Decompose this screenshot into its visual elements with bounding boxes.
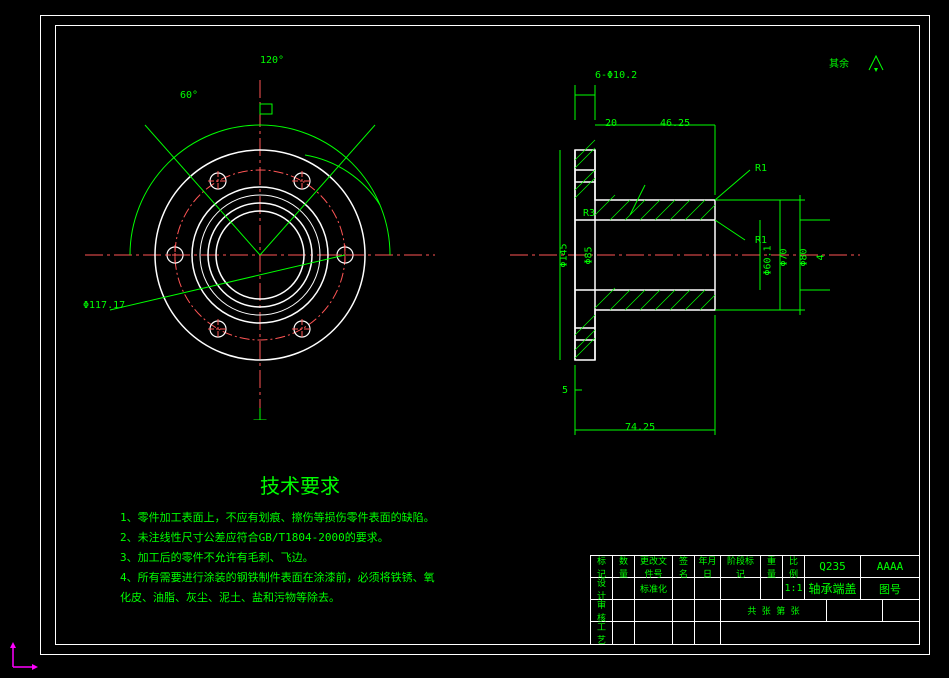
dim-holes: 6-Φ10.2: [595, 70, 637, 81]
tb-sign: 签名: [673, 556, 695, 577]
technical-notes: 技术要求 1、零件加工表面上，不应有划痕、擦伤等损伤零件表面的缺陷。 2、未注线…: [120, 470, 435, 609]
title-block: 标记 数量 更改文件号 签名 年月日 阶段标记 重量 比例 Q235 AAAA …: [590, 555, 920, 645]
angle-60: 60°: [180, 90, 198, 101]
tb-company: AAAA: [861, 556, 919, 577]
dia-117: Φ117.17: [83, 300, 125, 311]
tb-partname: 轴承端盖: [805, 578, 861, 599]
dim-r3: R3: [583, 208, 595, 219]
tb-material: Q235: [805, 556, 861, 577]
tb-rev: 更改文件号: [635, 556, 673, 577]
dim-74: 74.25: [625, 422, 655, 433]
tb-date: 年月日: [695, 556, 721, 577]
dim-r1a: R1: [755, 163, 767, 174]
tb-sc: 比例: [783, 556, 805, 577]
front-view: [80, 50, 440, 420]
tb-std: 标准化: [635, 578, 673, 599]
dim-d70: Φ70: [779, 248, 790, 266]
section-view: [500, 40, 880, 440]
dim-d601: Φ60.1: [763, 245, 774, 275]
tb-stage: 阶段标记: [721, 556, 761, 577]
dim-5: 5: [562, 385, 568, 396]
tb-wt: 重量: [761, 556, 783, 577]
dim-46: 46.25: [660, 118, 690, 129]
note-5: 化皮、油脂、灰尘、泥土、盐和污物等除去。: [120, 589, 435, 605]
rest-label: 其余: [829, 55, 849, 70]
tb-drawno: 图号: [861, 578, 919, 599]
tb-chk: 审核: [591, 600, 613, 621]
note-3: 3、加工后的零件不允许有毛刺、飞边。: [120, 549, 435, 565]
note-2: 2、未注线性尺寸公差应符合GB/T1804-2000的要求。: [120, 529, 435, 545]
note-4: 4、所有需要进行涂装的钢铁制件表面在涂漆前，必须将铁锈、氧: [120, 569, 435, 585]
dim-r1b: R1: [755, 235, 767, 246]
tb-appr: 工艺: [591, 622, 613, 644]
tb-scale: 1:1: [783, 578, 805, 599]
dim-d85: Φ85: [584, 246, 595, 264]
dim-d80: Φ80: [799, 248, 810, 266]
dim-d145: Φ145: [559, 243, 570, 267]
tb-bottom: 共 张 第 张: [721, 600, 827, 621]
tb-qty: 数量: [613, 556, 635, 577]
tb-design: 设计: [591, 578, 613, 599]
tb-mark: 标记: [591, 556, 613, 577]
note-1: 1、零件加工表面上，不应有划痕、擦伤等损伤零件表面的缺陷。: [120, 509, 435, 525]
angle-120: 120°: [260, 55, 284, 66]
dim-4: 4: [816, 254, 827, 260]
dim-20: 20: [605, 118, 617, 129]
notes-title: 技术要求: [260, 470, 435, 499]
ucs-icon: [8, 642, 38, 672]
